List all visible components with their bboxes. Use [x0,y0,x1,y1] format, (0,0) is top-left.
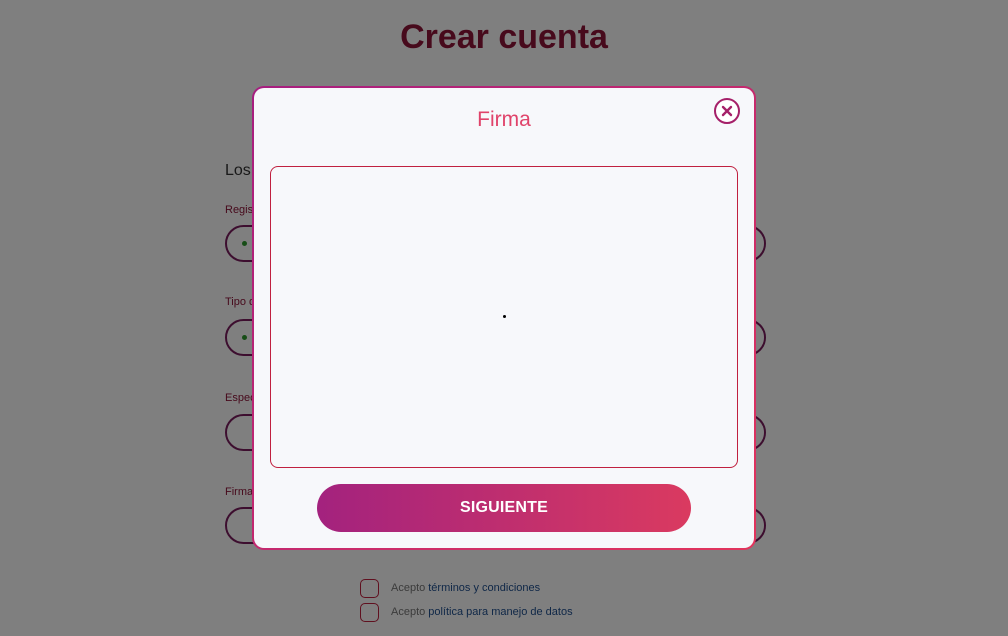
signature-modal: Firma SIGUIENTE [252,86,756,550]
modal-title: Firma [477,108,531,131]
next-button[interactable]: SIGUIENTE [317,484,691,532]
close-icon [721,105,733,117]
signature-stroke [503,315,506,318]
close-button[interactable] [714,98,740,124]
signature-modal-body: Firma SIGUIENTE [254,88,754,548]
signature-canvas[interactable] [270,166,738,468]
